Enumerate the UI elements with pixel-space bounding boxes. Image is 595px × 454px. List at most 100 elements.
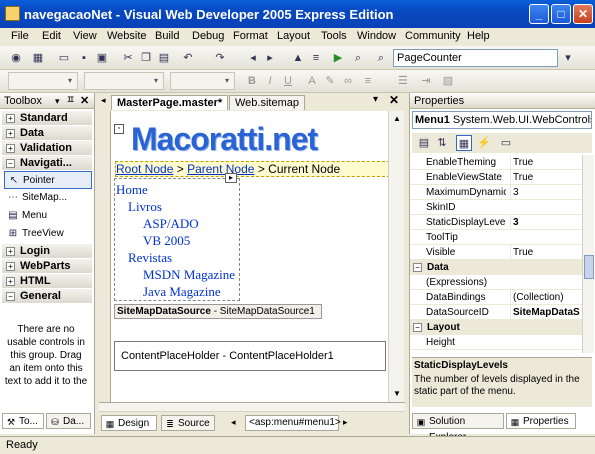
save-all-icon[interactable]: ▣ bbox=[94, 50, 110, 66]
prop-value[interactable]: 3 bbox=[510, 185, 590, 200]
tab-masterpage[interactable]: MasterPage.master* bbox=[111, 95, 229, 110]
menu-item-livros[interactable]: Livros bbox=[128, 199, 162, 215]
tab-websitemap[interactable]: Web.sitemap bbox=[229, 95, 305, 110]
new-website-icon[interactable]: ◉ bbox=[8, 50, 24, 66]
sitemapdatasource-control[interactable]: SiteMapDataSource - SiteMapDataSource1 bbox=[114, 304, 322, 319]
menu-website[interactable]: Website bbox=[107, 30, 147, 42]
menu-build[interactable]: Build bbox=[155, 30, 179, 42]
save-icon[interactable]: ▪ bbox=[76, 50, 92, 66]
prop-row[interactable]: MaximumDynamicD 3 bbox=[410, 185, 590, 200]
sitemap-parent-node[interactable]: Parent Node bbox=[187, 162, 254, 176]
maximize-button[interactable]: □ bbox=[551, 4, 571, 24]
props-scroll-thumb[interactable] bbox=[584, 255, 594, 279]
toolbox-item-sitemappath[interactable]: ⋯ SiteMap... bbox=[4, 189, 92, 207]
find-icon[interactable]: ⌕ bbox=[373, 50, 389, 66]
scroll-down-icon[interactable]: ▼ bbox=[389, 386, 405, 402]
list-icon[interactable]: ☰ bbox=[395, 73, 411, 89]
design-view-tab[interactable]: ▦ Design bbox=[101, 415, 157, 431]
prop-row[interactable]: EnableTheming True bbox=[410, 155, 590, 170]
font-color-icon[interactable]: A bbox=[304, 73, 320, 89]
database-explorer-tab[interactable]: ⛁ Da... bbox=[46, 413, 91, 429]
highlight-icon[interactable]: ✎ bbox=[322, 73, 338, 89]
menu-window[interactable]: Window bbox=[357, 30, 396, 42]
find-in-files-icon[interactable]: ⌕ bbox=[350, 50, 366, 66]
comment-icon[interactable]: ≡ bbox=[308, 50, 324, 66]
menu-view[interactable]: View bbox=[73, 30, 97, 42]
prop-row[interactable]: EnableViewState True bbox=[410, 170, 590, 185]
prop-row[interactable]: DataBindings (Collection) bbox=[410, 290, 590, 305]
undo-icon[interactable]: ↶ bbox=[180, 50, 196, 66]
nav-back-icon[interactable]: ◂ bbox=[245, 50, 261, 66]
active-files-icon[interactable]: ▾ bbox=[373, 94, 378, 105]
prop-row[interactable]: Visible True bbox=[410, 245, 590, 260]
close-icon[interactable]: ✕ bbox=[80, 93, 89, 109]
italic-icon[interactable]: I bbox=[262, 73, 278, 89]
tag-nav-right-icon[interactable]: ▸ bbox=[343, 417, 348, 428]
prop-row[interactable]: DataSourceID SiteMapDataS bbox=[410, 305, 590, 320]
prop-value[interactable]: 3 bbox=[510, 215, 590, 230]
scroll-left-icon[interactable]: ◂ bbox=[101, 95, 106, 106]
block-format-combo[interactable]: ▾ bbox=[8, 72, 78, 90]
prop-row[interactable]: SkinID bbox=[410, 200, 590, 215]
menu-tools[interactable]: Tools bbox=[321, 30, 347, 42]
nav-forward-icon[interactable]: ▸ bbox=[262, 50, 278, 66]
menu-item-java[interactable]: Java Magazine bbox=[143, 284, 221, 300]
close-button[interactable]: ✕ bbox=[573, 4, 593, 24]
events-icon[interactable]: ⚡ bbox=[476, 135, 492, 151]
toolbox-cat-navigation[interactable]: − Navigati... bbox=[2, 156, 92, 171]
font-size-combo[interactable]: ▾ bbox=[170, 72, 235, 90]
align-icon[interactable]: ≡ bbox=[360, 73, 376, 89]
alphabetical-icon[interactable]: ⇅ bbox=[434, 135, 450, 151]
font-name-combo[interactable]: ▾ bbox=[84, 72, 164, 90]
source-view-tab[interactable]: ≣ Source bbox=[161, 415, 215, 431]
toolbox-cat-data[interactable]: + Data bbox=[2, 126, 92, 141]
pin-icon[interactable]: ㅍ bbox=[66, 93, 75, 109]
start-debug-icon[interactable]: ▶ bbox=[330, 50, 346, 66]
prop-value[interactable]: (Collection) bbox=[510, 290, 590, 305]
sitemappath-control[interactable]: Root Node > Parent Node > Current Node bbox=[115, 161, 390, 177]
toolbox-item-pointer[interactable]: ↖ Pointer bbox=[4, 171, 92, 189]
prop-value[interactable]: SiteMapDataS bbox=[510, 305, 590, 320]
toolbox-cat-html[interactable]: + HTML bbox=[2, 274, 92, 289]
prop-category-layout[interactable]: − Layout bbox=[410, 320, 590, 335]
object-selector[interactable]: Menu1 System.Web.UI.WebControls bbox=[412, 111, 592, 129]
props-scrollbar[interactable] bbox=[582, 155, 594, 353]
categorized-icon[interactable]: ▤ bbox=[416, 135, 432, 151]
smart-tag-icon[interactable]: ▸ bbox=[225, 173, 237, 183]
solution-explorer-tab[interactable]: ▣Solution Explorer bbox=[412, 413, 504, 443]
menu-help[interactable]: Help bbox=[467, 30, 490, 42]
prop-value[interactable]: True bbox=[510, 155, 590, 170]
menu-debug[interactable]: Debug bbox=[192, 30, 224, 42]
tag-nav-left-icon[interactable]: ◂ bbox=[231, 417, 236, 428]
toolbox-item-menu[interactable]: ▤ Menu bbox=[4, 207, 92, 225]
minimize-button[interactable]: _ bbox=[529, 4, 549, 24]
doc-horizontal-scrollbar[interactable] bbox=[99, 403, 405, 412]
toolbox-tab[interactable]: ⚒ To... bbox=[2, 413, 44, 429]
indent-icon[interactable]: ⇥ bbox=[418, 73, 434, 89]
hyperlink-icon[interactable]: ∞ bbox=[340, 73, 356, 89]
menu-item-revistas[interactable]: Revistas bbox=[128, 250, 172, 266]
menu-item-home[interactable]: Home bbox=[116, 182, 148, 198]
close-doc-icon[interactable]: ✕ bbox=[389, 93, 399, 107]
prop-value[interactable]: True bbox=[510, 170, 590, 185]
toolbar-overflow-icon[interactable]: ▾ bbox=[560, 50, 576, 66]
properties-tab[interactable]: ▦ Properties bbox=[506, 413, 576, 429]
toolbox-cat-validation[interactable]: + Validation bbox=[2, 141, 92, 156]
contentplaceholder-control[interactable]: ContentPlaceHolder - ContentPlaceHolder1 bbox=[114, 341, 386, 371]
sitemap-root-node[interactable]: Root Node bbox=[116, 162, 173, 176]
prop-row[interactable]: (Expressions) bbox=[410, 275, 590, 290]
scroll-up-icon[interactable]: ▲ bbox=[389, 111, 405, 127]
menu-layout[interactable]: Layout bbox=[277, 30, 310, 42]
debug-icon[interactable]: ▲ bbox=[290, 50, 306, 66]
bold-icon[interactable]: B bbox=[244, 73, 260, 89]
layer-icon[interactable]: ▧ bbox=[440, 73, 456, 89]
redo-icon[interactable]: ↷ bbox=[212, 50, 228, 66]
prop-row[interactable]: Height bbox=[410, 335, 590, 350]
dropdown-icon[interactable]: ▾ bbox=[55, 93, 60, 109]
underline-icon[interactable]: U bbox=[280, 73, 296, 89]
menu-item-msdn[interactable]: MSDN Magazine bbox=[143, 267, 235, 283]
toolbox-cat-standard[interactable]: + Standard bbox=[2, 111, 92, 126]
menu-format[interactable]: Format bbox=[233, 30, 268, 42]
menu-item-vb2005[interactable]: VB 2005 bbox=[143, 233, 190, 249]
copy-icon[interactable]: ❐ bbox=[138, 50, 154, 66]
